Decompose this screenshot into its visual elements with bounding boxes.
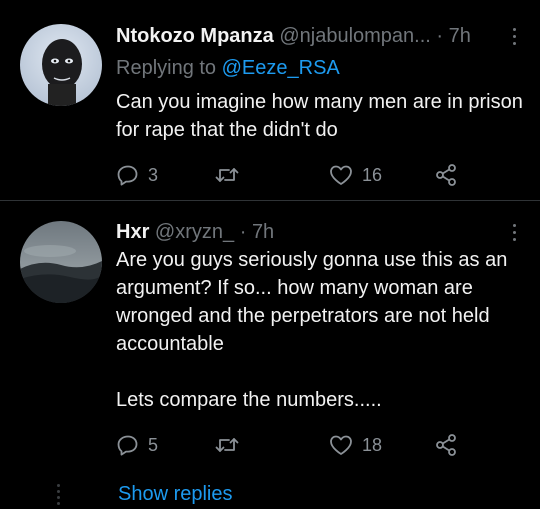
reply-button[interactable]: 5: [116, 430, 158, 460]
like-count: 18: [362, 434, 383, 455]
thread-connector-dots: [57, 484, 61, 508]
retweet-button[interactable]: [214, 160, 248, 190]
reply-count: 5: [148, 434, 159, 455]
display-name[interactable]: Hxr: [116, 221, 149, 243]
reply-icon: [117, 165, 138, 186]
more-vertical-icon[interactable]: [512, 224, 518, 242]
separator-dot: ·: [239, 221, 247, 243]
tweet-header: Hxr @xryzn_ · 7h: [116, 220, 274, 244]
mention-link[interactable]: @Eeze_RSA: [222, 57, 340, 79]
timestamp[interactable]: 7h: [449, 25, 471, 47]
like-count: 16: [362, 164, 383, 185]
like-icon: [330, 435, 352, 455]
reply-count: 3: [148, 164, 159, 185]
share-icon: [436, 434, 456, 456]
share-icon: [436, 164, 456, 186]
tweet-header: Ntokozo Mpanza @njabulompan... · 7h: [116, 24, 471, 48]
avatar[interactable]: [20, 221, 102, 303]
tweet-text: Can you imagine how many men are in pris…: [116, 91, 529, 141]
reply-button[interactable]: 3: [116, 160, 158, 190]
like-button[interactable]: 18: [328, 430, 382, 460]
retweet-button[interactable]: [214, 430, 248, 460]
tweet-1[interactable]: Ntokozo Mpanza @njabulompan... · 7h Repl…: [0, 0, 540, 198]
tweet-actions: 5 18: [116, 430, 476, 460]
reply-icon: [117, 435, 138, 456]
like-icon: [330, 165, 352, 185]
share-button[interactable]: [434, 160, 458, 190]
retweet-icon: [215, 168, 239, 182]
timestamp[interactable]: 7h: [252, 221, 274, 243]
retweet-icon: [215, 438, 239, 452]
tweet-text: Are you guys seriously gonna use this as…: [116, 249, 508, 411]
replying-to-prefix: Replying to: [116, 57, 217, 79]
user-handle[interactable]: @xryzn_: [155, 221, 234, 243]
replying-to: Replying to @Eeze_RSA: [116, 56, 340, 80]
display-name[interactable]: Ntokozo Mpanza: [116, 25, 274, 47]
tweet-2[interactable]: Hxr @xryzn_ · 7h Are you guys seriously …: [0, 201, 540, 509]
share-button[interactable]: [434, 430, 458, 460]
show-replies-link[interactable]: Show replies: [118, 482, 233, 506]
avatar[interactable]: [20, 24, 102, 106]
like-button[interactable]: 16: [328, 160, 382, 190]
more-vertical-icon[interactable]: [512, 28, 518, 46]
separator-dot: ·: [436, 25, 444, 47]
user-handle[interactable]: @njabulompan...: [279, 25, 431, 47]
tweet-actions: 3 16: [116, 160, 476, 190]
